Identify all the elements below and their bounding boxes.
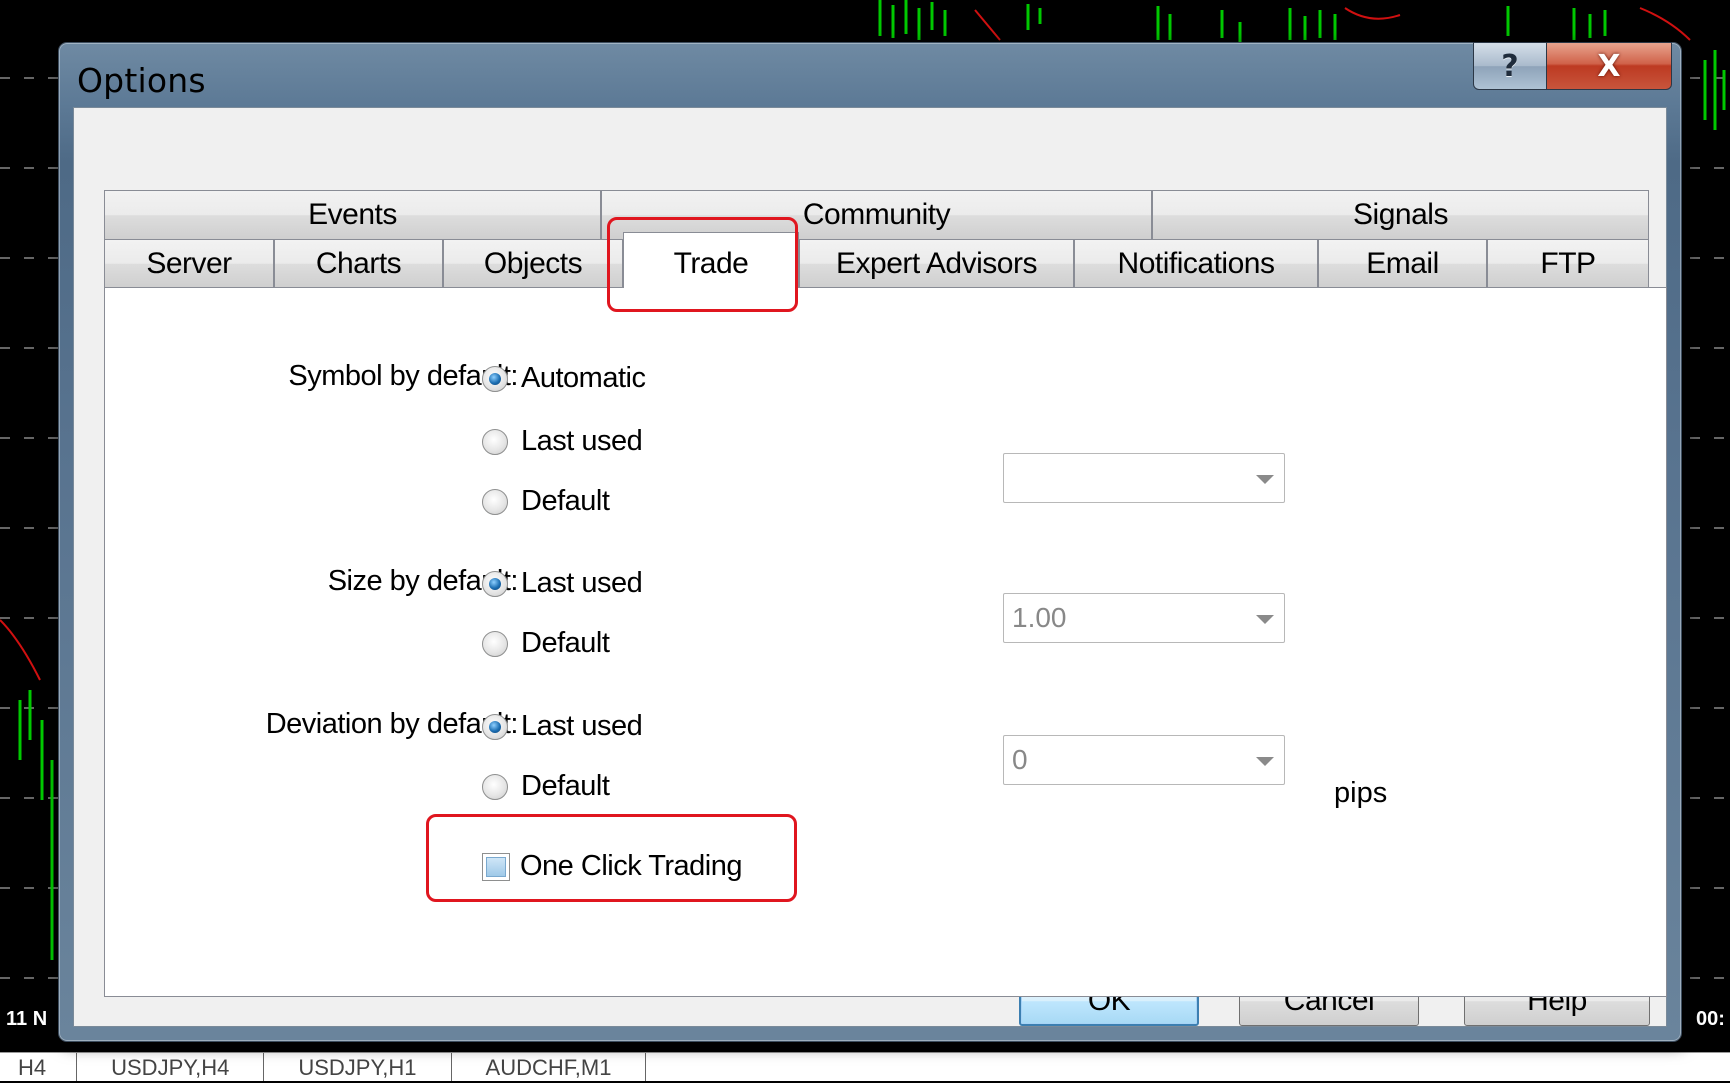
option-label: Last used bbox=[521, 567, 643, 599]
deviation-option-default[interactable]: Default bbox=[482, 770, 610, 803]
help-icon[interactable]: ? bbox=[1473, 42, 1547, 90]
checkbox-icon[interactable] bbox=[482, 852, 510, 881]
tab-charts[interactable]: Charts bbox=[274, 239, 443, 288]
chart-tab[interactable]: AUDCHF,M1 bbox=[452, 1053, 647, 1081]
one-click-trading-checkbox[interactable]: One Click Trading bbox=[482, 850, 743, 883]
tab-expert-advisors[interactable]: Expert Advisors bbox=[799, 239, 1074, 288]
combo-value: 0 bbox=[1012, 744, 1028, 775]
radio-icon[interactable] bbox=[482, 428, 508, 455]
option-label: Default bbox=[521, 485, 610, 517]
symbol-combo[interactable] bbox=[1003, 453, 1285, 503]
chart-tabs-bar: H4 USDJPY,H4 USDJPY,H1 AUDCHF,M1 bbox=[0, 1052, 1730, 1081]
radio-icon[interactable] bbox=[482, 365, 508, 392]
tab-email[interactable]: Email bbox=[1318, 239, 1487, 288]
checkbox-label: One Click Trading bbox=[520, 850, 743, 882]
chevron-down-icon[interactable] bbox=[1256, 757, 1274, 766]
radio-icon[interactable] bbox=[482, 713, 508, 740]
tab-signals[interactable]: Signals bbox=[1152, 190, 1649, 240]
chevron-down-icon[interactable] bbox=[1256, 475, 1274, 484]
chart-tab[interactable]: USDJPY,H1 bbox=[264, 1053, 452, 1081]
deviation-unit-label: pips bbox=[1334, 777, 1388, 809]
size-by-default-label: Size by default: bbox=[327, 565, 519, 597]
option-label: Default bbox=[521, 770, 610, 802]
combo-value: 1.00 bbox=[1012, 602, 1067, 633]
options-dialog: Options ? X Events Community Signals Ser… bbox=[58, 42, 1682, 1042]
size-option-last-used[interactable]: Last used bbox=[482, 567, 643, 600]
radio-icon[interactable] bbox=[482, 630, 508, 657]
chart-tab[interactable]: USDJPY,H4 bbox=[77, 1053, 265, 1081]
tab-events[interactable]: Events bbox=[104, 190, 601, 240]
tab-objects[interactable]: Objects bbox=[443, 239, 623, 288]
size-combo[interactable]: 1.00 bbox=[1003, 593, 1285, 643]
tab-trade[interactable]: Trade bbox=[623, 232, 799, 288]
option-label: Last used bbox=[521, 425, 643, 457]
dialog-client-area: Events Community Signals Server Charts O… bbox=[73, 107, 1667, 1027]
size-option-default[interactable]: Default bbox=[482, 627, 610, 660]
deviation-combo[interactable]: 0 bbox=[1003, 735, 1285, 785]
left-axis-label: 11 N bbox=[6, 1008, 48, 1030]
tab-server[interactable]: Server bbox=[104, 239, 274, 288]
symbol-by-default-label: Symbol by default: bbox=[288, 360, 518, 392]
chart-tab[interactable]: H4 bbox=[0, 1053, 78, 1081]
trade-panel bbox=[104, 287, 1667, 997]
radio-icon[interactable] bbox=[482, 773, 508, 800]
option-label: Last used bbox=[521, 710, 643, 742]
tab-ftp[interactable]: FTP bbox=[1487, 239, 1649, 288]
radio-icon[interactable] bbox=[482, 488, 508, 515]
close-icon[interactable]: X bbox=[1546, 42, 1672, 90]
tab-notifications[interactable]: Notifications bbox=[1074, 239, 1318, 288]
chevron-down-icon[interactable] bbox=[1256, 615, 1274, 624]
option-label: Automatic bbox=[521, 362, 646, 394]
symbol-option-automatic[interactable]: Automatic bbox=[482, 362, 646, 395]
radio-icon[interactable] bbox=[482, 570, 508, 597]
right-axis-label: 00: bbox=[1696, 1008, 1725, 1030]
dialog-title: Options bbox=[77, 61, 206, 100]
symbol-option-last-used[interactable]: Last used bbox=[482, 425, 643, 458]
option-label: Default bbox=[521, 627, 610, 659]
deviation-by-default-label: Deviation by default: bbox=[265, 708, 519, 740]
deviation-option-last-used[interactable]: Last used bbox=[482, 710, 643, 743]
symbol-option-default[interactable]: Default bbox=[482, 485, 610, 518]
